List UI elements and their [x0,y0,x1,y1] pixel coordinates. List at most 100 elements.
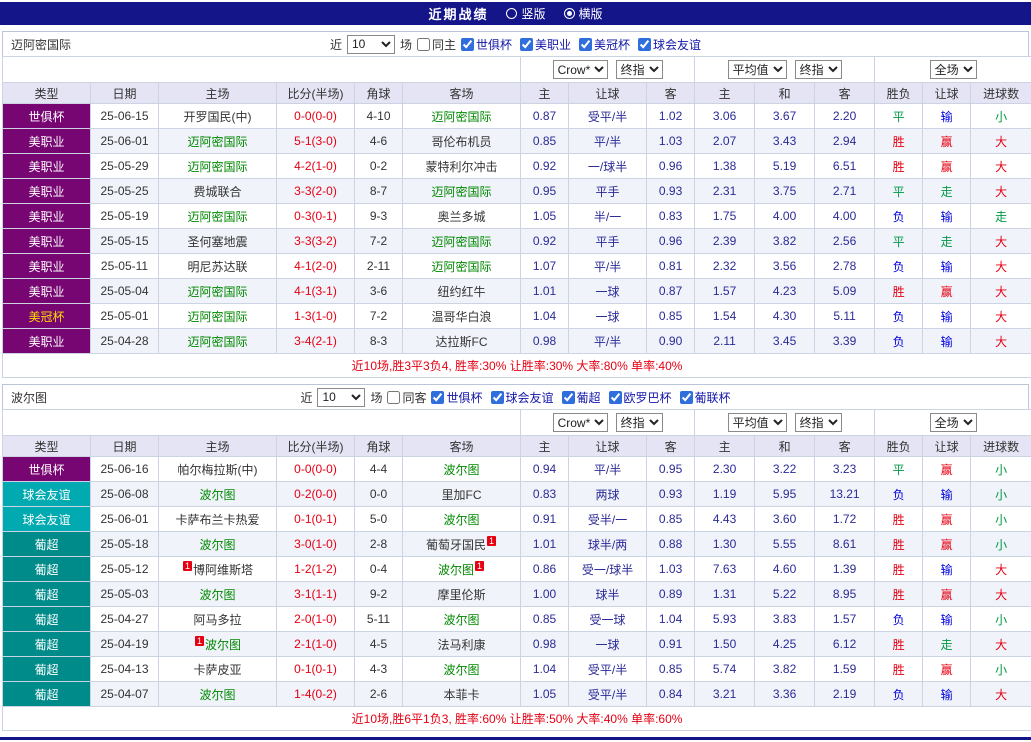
match-score[interactable]: 1-2(1-2) [277,557,355,582]
team-name[interactable]: 迈阿密国际 [187,285,247,299]
away-team[interactable]: 波尔图 [403,507,521,532]
away-team[interactable]: 迈阿密国际 [403,104,521,129]
team-name[interactable]: 阿马多拉 [193,613,241,627]
home-team[interactable]: 帕尔梅拉斯(中) [159,457,277,482]
team-name[interactable]: 博阿维斯塔 [193,563,253,577]
away-team[interactable]: 波尔图 [403,657,521,682]
team-name[interactable]: 波尔图 [438,563,474,577]
team-name[interactable]: 蒙特利尔冲击 [426,160,498,174]
away-team[interactable]: 哥伦布机员 [403,129,521,154]
away-team[interactable]: 波尔图 [403,607,521,632]
team-name[interactable]: 波尔图 [444,463,480,477]
asia-odds-select[interactable]: Crow* [553,60,608,79]
league-type-cell[interactable]: 美职业 [3,229,91,254]
league-type-cell[interactable]: 球会友谊 [3,482,91,507]
result-scope-select[interactable]: 全场 [930,60,977,79]
away-team[interactable]: 迈阿密国际 [403,254,521,279]
team-name[interactable]: 波尔图 [444,613,480,627]
league-checkbox-input[interactable] [520,38,533,51]
home-team[interactable]: 卡萨皮亚 [159,657,277,682]
away-team[interactable]: 摩里伦斯 [403,582,521,607]
home-team[interactable]: 卡萨布兰卡热爱 [159,507,277,532]
league-checkbox-input[interactable] [609,391,622,404]
team-name[interactable]: 法马利康 [438,638,486,652]
euro-odds-select[interactable]: 终指 [795,413,842,432]
match-score[interactable]: 3-4(2-1) [277,329,355,354]
team-name[interactable]: 开罗国民(中) [184,110,252,124]
team-name[interactable]: 迈阿密国际 [187,335,247,349]
away-team[interactable]: 迈阿密国际 [403,229,521,254]
match-score[interactable]: 1-4(0-2) [277,682,355,707]
match-score[interactable]: 0-0(0-0) [277,104,355,129]
home-team[interactable]: 波尔图 [159,532,277,557]
away-team[interactable]: 达拉斯FC [403,329,521,354]
league-type-cell[interactable]: 球会友谊 [3,507,91,532]
league-checkbox-input[interactable] [491,391,504,404]
match-count-select[interactable]: 10 [347,35,395,54]
match-score[interactable]: 2-0(1-0) [277,607,355,632]
team-name[interactable]: 奥兰多城 [438,210,486,224]
team-name[interactable]: 迈阿密国际 [187,310,247,324]
team-name[interactable]: 迈阿密国际 [187,160,247,174]
home-team[interactable]: 1波尔图 [159,632,277,657]
asia-odds-select[interactable]: 终指 [616,413,663,432]
asia-odds-select[interactable]: Crow* [553,413,608,432]
result-scope-select[interactable]: 全场 [930,413,977,432]
match-count-select[interactable]: 10 [317,388,365,407]
league-checkbox-input[interactable] [579,38,592,51]
match-score[interactable]: 5-1(3-0) [277,129,355,154]
asia-odds-select[interactable]: 终指 [616,60,663,79]
match-score[interactable]: 0-1(0-1) [277,657,355,682]
home-team[interactable]: 开罗国民(中) [159,104,277,129]
home-team[interactable]: 迈阿密国际 [159,329,277,354]
home-team[interactable]: 迈阿密国际 [159,279,277,304]
team-name[interactable]: 哥伦布机员 [432,135,492,149]
same-venue-checkbox[interactable]: 同客 [387,389,426,406]
league-filter-checkbox[interactable]: 葡联杯 [680,389,731,406]
home-team[interactable]: 迈阿密国际 [159,304,277,329]
league-checkbox-input[interactable] [431,391,444,404]
team-name[interactable]: 波尔图 [444,513,480,527]
euro-odds-select[interactable]: 平均值 [728,60,787,79]
away-team[interactable]: 纽约红牛 [403,279,521,304]
away-team[interactable]: 葡萄牙国民1 [403,532,521,557]
league-type-cell[interactable]: 美职业 [3,154,91,179]
league-type-cell[interactable]: 葡超 [3,632,91,657]
away-team[interactable]: 本菲卡 [403,682,521,707]
layout-option-horizontal[interactable]: 横版 [564,5,603,22]
away-team[interactable]: 迈阿密国际 [403,179,521,204]
league-filter-checkbox[interactable]: 欧罗巴杯 [609,389,672,406]
league-type-cell[interactable]: 葡超 [3,557,91,582]
away-team[interactable]: 温哥华白浪 [403,304,521,329]
team-name[interactable]: 迈阿密国际 [432,260,492,274]
league-checkbox-input[interactable] [562,391,575,404]
league-filter-checkbox[interactable]: 世俱杯 [461,36,512,53]
away-team[interactable]: 波尔图1 [403,557,521,582]
league-type-cell[interactable]: 葡超 [3,532,91,557]
match-score[interactable]: 3-3(3-2) [277,229,355,254]
away-team[interactable]: 奥兰多城 [403,204,521,229]
home-team[interactable]: 迈阿密国际 [159,204,277,229]
team-name[interactable]: 达拉斯FC [436,335,488,349]
league-type-cell[interactable]: 葡超 [3,582,91,607]
league-type-cell[interactable]: 美职业 [3,129,91,154]
home-team[interactable]: 波尔图 [159,682,277,707]
layout-option-vertical[interactable]: 竖版 [506,5,545,22]
team-name[interactable]: 卡萨皮亚 [193,663,241,677]
team-name[interactable]: 波尔图 [199,488,235,502]
team-name[interactable]: 帕尔梅拉斯(中) [178,463,258,477]
team-name[interactable]: 迈阿密国际 [187,135,247,149]
team-name[interactable]: 温哥华白浪 [432,310,492,324]
away-team[interactable]: 波尔图 [403,457,521,482]
league-type-cell[interactable]: 葡超 [3,682,91,707]
league-filter-checkbox[interactable]: 葡超 [562,389,601,406]
match-score[interactable]: 4-2(1-0) [277,154,355,179]
league-filter-checkbox[interactable]: 美职业 [520,36,571,53]
league-type-cell[interactable]: 美职业 [3,279,91,304]
euro-odds-select[interactable]: 平均值 [728,413,787,432]
home-team[interactable]: 圣何塞地震 [159,229,277,254]
league-type-cell[interactable]: 美冠杯 [3,304,91,329]
home-team[interactable]: 明尼苏达联 [159,254,277,279]
team-name[interactable]: 波尔图 [199,688,235,702]
league-filter-checkbox[interactable]: 美冠杯 [579,36,630,53]
